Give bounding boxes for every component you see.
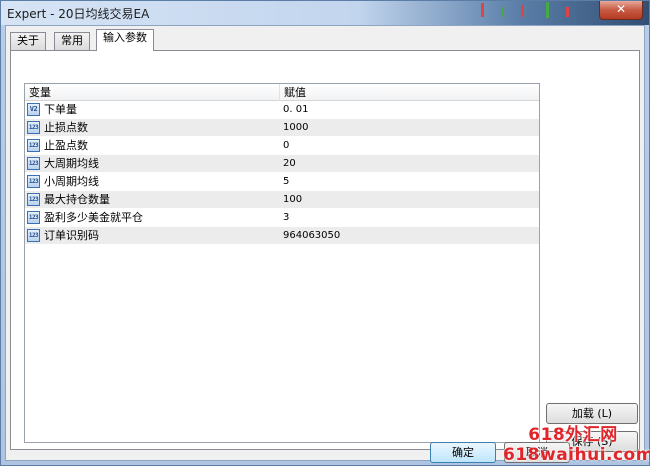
- inputs-panel: 变量 赋值 V2 下单量 0. 01 123 止损点数 1000 123 止盈点…: [10, 50, 640, 452]
- table-row[interactable]: 123 订单识别码 964063050: [25, 227, 539, 245]
- param-name: 订单识别码: [44, 229, 99, 242]
- table-header: 变量 赋值: [25, 84, 539, 101]
- expert-properties-window: Expert - 20日均线交易EA ✕ 关于 常用 输入参数 变量 赋值 V2…: [0, 0, 650, 466]
- watermark-line-1: 618外汇网: [528, 425, 618, 445]
- integer-type-icon: 123: [27, 175, 40, 188]
- table-row[interactable]: 123 最大持仓数量 100: [25, 191, 539, 209]
- param-name: 盈利多少美金就平仓: [44, 211, 143, 224]
- param-name: 止盈点数: [44, 139, 88, 152]
- chart-decoration: [521, 5, 524, 17]
- table-row[interactable]: 123 盈利多少美金就平仓 3: [25, 209, 539, 227]
- close-button[interactable]: ✕: [599, 1, 643, 20]
- column-header-value[interactable]: 赋值: [280, 84, 539, 101]
- table-row[interactable]: 123 止盈点数 0: [25, 137, 539, 155]
- table-row[interactable]: V2 下单量 0. 01: [25, 101, 539, 119]
- integer-type-icon: 123: [27, 229, 40, 242]
- chart-decoration: [566, 7, 569, 17]
- load-button[interactable]: 加载 (L): [546, 403, 638, 424]
- tab-label: 输入参数: [103, 31, 147, 44]
- param-value[interactable]: 5: [283, 173, 289, 191]
- window-title: Expert - 20日均线交易EA: [7, 7, 150, 21]
- param-value[interactable]: 0: [283, 137, 289, 155]
- ok-button[interactable]: 确定: [430, 442, 496, 463]
- close-icon: ✕: [615, 2, 627, 16]
- chart-decoration: [501, 7, 504, 17]
- tab-label: 关于: [17, 34, 39, 47]
- site-watermark: 618外汇网 618waihui.com: [503, 425, 650, 465]
- param-value[interactable]: 0. 01: [283, 101, 308, 119]
- param-name: 大周期均线: [44, 157, 99, 170]
- parameters-table: 变量 赋值 V2 下单量 0. 01 123 止损点数 1000 123 止盈点…: [24, 83, 540, 443]
- param-value[interactable]: 964063050: [283, 227, 340, 245]
- tab-inputs[interactable]: 输入参数: [96, 29, 154, 51]
- param-name: 小周期均线: [44, 175, 99, 188]
- param-value[interactable]: 20: [283, 155, 296, 173]
- table-row[interactable]: 123 止损点数 1000: [25, 119, 539, 137]
- integer-type-icon: 123: [27, 211, 40, 224]
- param-value[interactable]: 3: [283, 209, 289, 227]
- title-bar[interactable]: Expert - 20日均线交易EA ✕: [1, 1, 649, 25]
- tab-label: 常用: [61, 34, 83, 47]
- param-name: 最大持仓数量: [44, 193, 110, 206]
- double-type-icon: V2: [27, 103, 40, 116]
- integer-type-icon: 123: [27, 139, 40, 152]
- tab-common[interactable]: 常用: [54, 32, 90, 50]
- integer-type-icon: 123: [27, 121, 40, 134]
- watermark-line-2: 618waihui.com: [503, 445, 650, 465]
- chart-decoration: [481, 3, 484, 17]
- table-row[interactable]: 123 小周期均线 5: [25, 173, 539, 191]
- integer-type-icon: 123: [27, 193, 40, 206]
- param-name: 止损点数: [44, 121, 88, 134]
- chart-decoration: [546, 2, 549, 18]
- param-value[interactable]: 1000: [283, 119, 308, 137]
- param-name: 下单量: [44, 103, 77, 116]
- dialog-client: 关于 常用 输入参数 变量 赋值 V2 下单量 0. 01 123 止损点数 1…: [5, 25, 645, 463]
- integer-type-icon: 123: [27, 157, 40, 170]
- tab-about[interactable]: 关于: [10, 32, 46, 50]
- param-value[interactable]: 100: [283, 191, 302, 209]
- table-row[interactable]: 123 大周期均线 20: [25, 155, 539, 173]
- column-header-variable[interactable]: 变量: [25, 84, 280, 101]
